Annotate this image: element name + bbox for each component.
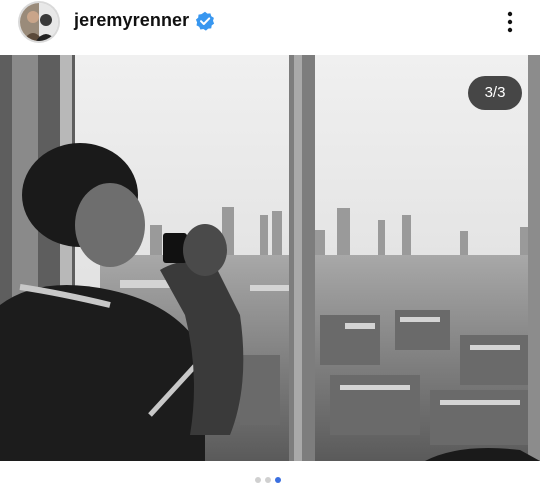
carousel-dot-2[interactable] bbox=[265, 477, 271, 483]
carousel-counter: 3/3 bbox=[468, 76, 522, 110]
carousel-dots bbox=[255, 477, 281, 485]
avatar-image bbox=[20, 3, 58, 41]
verified-badge-icon bbox=[195, 11, 215, 31]
post-photo[interactable]: 3/3 bbox=[0, 55, 540, 461]
more-options-icon[interactable] bbox=[500, 10, 520, 34]
carousel-dot-1[interactable] bbox=[255, 477, 261, 483]
photo-image bbox=[0, 55, 540, 461]
post-header: jeremyrenner bbox=[0, 0, 540, 50]
avatar[interactable] bbox=[18, 1, 60, 43]
carousel-dot-3[interactable] bbox=[275, 477, 281, 483]
username[interactable]: jeremyrenner bbox=[74, 10, 189, 31]
